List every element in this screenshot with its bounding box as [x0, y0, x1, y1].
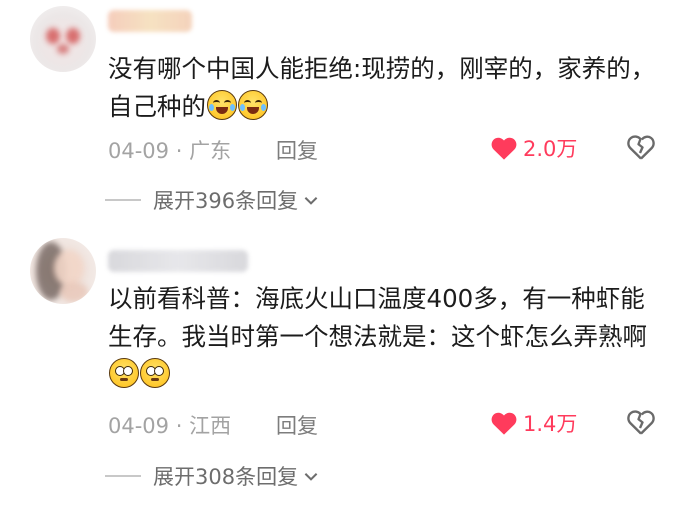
date-location: 04-09 · 广东 — [108, 135, 231, 165]
location: 广东 — [189, 139, 232, 163]
reply-button[interactable]: 回复 — [276, 135, 318, 165]
chevron-down-icon — [304, 197, 318, 205]
reply-button[interactable]: 回复 — [276, 410, 318, 440]
divider-line — [105, 475, 141, 477]
comment-text-content: 以前看科普：海底火山口温度400多，有一种虾能生存。我当时第一个想法就是：这个虾… — [108, 284, 647, 351]
thinking-emoji — [140, 358, 170, 388]
comment-text-content: 没有哪个中国人能拒绝:现捞的，刚宰的，家养的，自己种的 — [108, 54, 656, 121]
dislike-button[interactable] — [626, 408, 656, 443]
avatar[interactable] — [30, 238, 96, 304]
laugh-cry-emoji — [207, 90, 237, 120]
laugh-cry-emoji — [238, 90, 268, 120]
divider-line — [105, 199, 141, 201]
username-blurred[interactable] — [108, 250, 248, 272]
like-button[interactable]: 2.0万 — [490, 133, 577, 163]
comment-text: 以前看科普：海底火山口温度400多，有一种虾能生存。我当时第一个想法就是：这个虾… — [108, 280, 668, 394]
expand-replies-button[interactable]: 展开308条回复 — [105, 461, 320, 491]
date: 04-09 — [108, 139, 170, 163]
avatar[interactable] — [30, 6, 96, 72]
comment-text: 没有哪个中国人能拒绝:现捞的，刚宰的，家养的，自己种的 — [108, 50, 668, 126]
chevron-down-icon — [304, 473, 318, 481]
like-count: 2.0万 — [523, 137, 578, 161]
comment-item: 以前看科普：海底火山口温度400多，有一种虾能生存。我当时第一个想法就是：这个虾… — [0, 230, 690, 508]
broken-heart-icon — [627, 410, 655, 435]
date-location: 04-09 · 江西 — [108, 410, 231, 440]
comment-item: 没有哪个中国人能拒绝:现捞的，刚宰的，家养的，自己种的 04-09 · 广东 回… — [0, 0, 690, 230]
date: 04-09 — [108, 414, 170, 438]
expand-replies-label: 展开396条回复 — [153, 189, 299, 213]
expand-replies-label: 展开308条回复 — [153, 465, 299, 489]
heart-icon — [491, 137, 517, 160]
comment-meta: 04-09 · 广东 回复 2.0万 — [108, 133, 678, 163]
comment-meta: 04-09 · 江西 回复 1.4万 — [108, 408, 678, 438]
location: 江西 — [189, 414, 232, 438]
dislike-button[interactable] — [626, 133, 656, 168]
separator: · — [175, 414, 183, 438]
broken-heart-icon — [627, 135, 655, 160]
thinking-emoji — [109, 358, 139, 388]
like-button[interactable]: 1.4万 — [490, 408, 577, 438]
expand-replies-button[interactable]: 展开396条回复 — [105, 185, 320, 215]
username-blurred[interactable] — [108, 10, 192, 32]
heart-icon — [491, 412, 517, 435]
separator: · — [175, 139, 183, 163]
like-count: 1.4万 — [523, 412, 578, 436]
